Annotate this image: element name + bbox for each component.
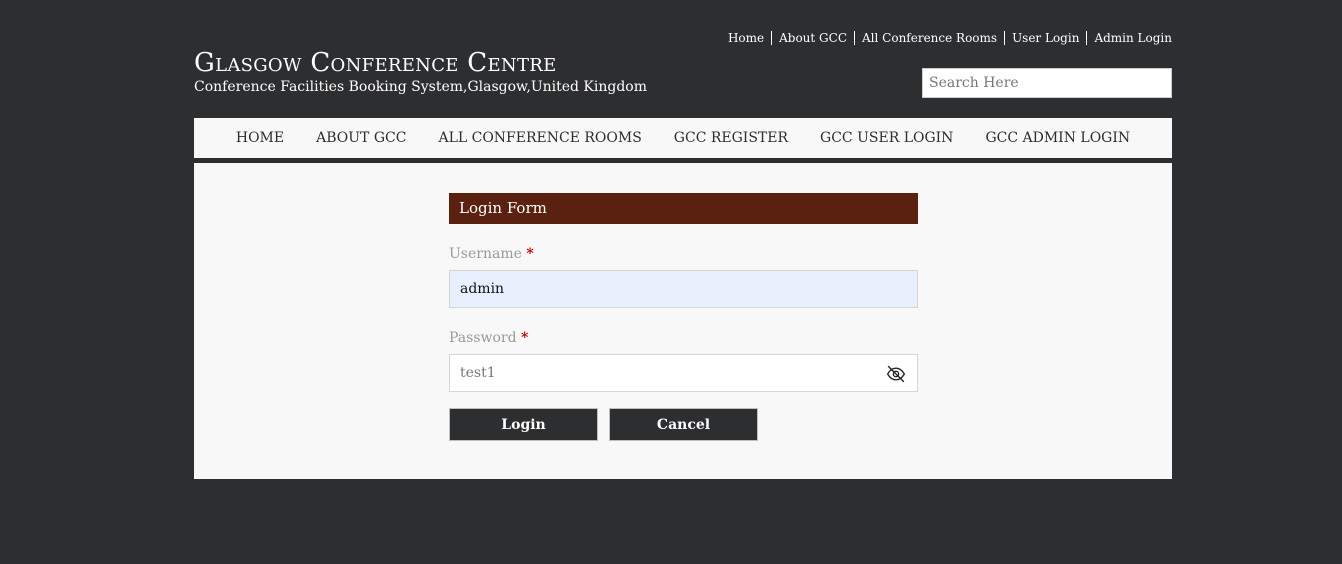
- password-label: Password *: [449, 330, 918, 346]
- content-panel: Login Form Username * Password * Login C…: [194, 163, 1172, 479]
- username-field[interactable]: [450, 271, 917, 307]
- nav-home[interactable]: HOME: [220, 118, 300, 158]
- cancel-button[interactable]: Cancel: [609, 408, 758, 441]
- nav-user-login[interactable]: GCC USER LOGIN: [804, 118, 969, 158]
- site-title: Glasgow Conference Centre: [194, 48, 557, 78]
- top-link-home[interactable]: Home: [721, 31, 771, 45]
- nav-register[interactable]: GCC REGISTER: [658, 118, 804, 158]
- brand: Glasgow Conference Centre Conference Fac…: [194, 48, 647, 96]
- password-field[interactable]: [450, 355, 917, 391]
- password-field-wrapper: [449, 354, 918, 392]
- form-buttons: Login Cancel: [449, 408, 918, 441]
- login-form: Login Form Username * Password * Login C…: [449, 193, 918, 441]
- top-link-user-login[interactable]: User Login: [1004, 31, 1086, 45]
- username-label: Username *: [449, 246, 918, 262]
- top-link-about[interactable]: About GCC: [771, 31, 854, 45]
- top-link-admin-login[interactable]: Admin Login: [1086, 31, 1172, 45]
- site-subtitle: Conference Facilities Booking System,Gla…: [194, 79, 648, 95]
- eye-slash-icon[interactable]: [886, 364, 906, 384]
- nav-rooms[interactable]: ALL CONFERENCE ROOMS: [422, 118, 657, 158]
- username-label-text: Username: [449, 246, 522, 262]
- password-label-text: Password: [449, 330, 517, 346]
- search-input[interactable]: [922, 68, 1172, 98]
- login-form-header: Login Form: [449, 193, 918, 224]
- nav-about[interactable]: ABOUT GCC: [300, 118, 422, 158]
- nav-admin-login[interactable]: GCC ADMIN LOGIN: [969, 118, 1146, 158]
- top-link-rooms[interactable]: All Conference Rooms: [854, 31, 1004, 45]
- username-field-wrapper: [449, 270, 918, 308]
- main-nav: HOME ABOUT GCC ALL CONFERENCE ROOMS GCC …: [194, 118, 1172, 158]
- login-button[interactable]: Login: [449, 408, 598, 441]
- top-links: Home About GCC All Conference Rooms User…: [721, 31, 1172, 45]
- required-marker: *: [521, 330, 529, 346]
- required-marker: *: [526, 246, 534, 262]
